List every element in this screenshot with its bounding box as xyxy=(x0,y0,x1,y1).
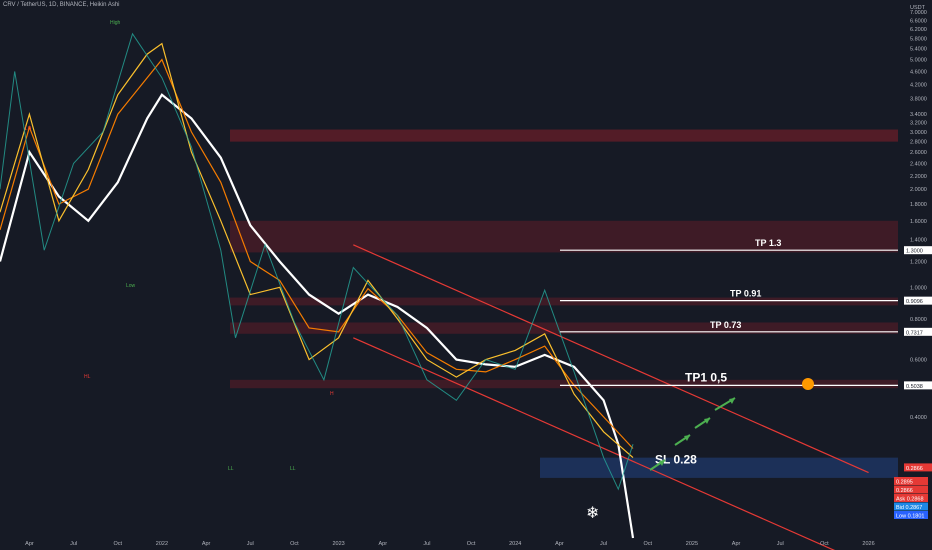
x-tick-label: 2023 xyxy=(332,541,344,547)
y-tick-label: 1.6000 xyxy=(910,219,927,225)
x-tick-label: Jul xyxy=(70,541,77,547)
x-tick-label: Oct xyxy=(643,541,652,547)
x-tick-label: 2026 xyxy=(862,541,874,547)
y-tick-label: 3.4000 xyxy=(910,112,927,118)
x-tick-label: Jul xyxy=(423,541,430,547)
target-label: TP 0.91 xyxy=(730,289,761,299)
y-tick-label: 5.8000 xyxy=(910,37,927,43)
chart-stage: CRV / TetherUS, 1D, BINANCE, Heikin Ashi… xyxy=(0,0,932,550)
price-axis-target-label: 0.5038 xyxy=(906,384,923,390)
pivot-label: LL xyxy=(228,466,234,472)
snowflake-icon: ❄ xyxy=(586,503,599,522)
x-tick-label: Oct xyxy=(290,541,299,547)
y-tick-label: 1.4000 xyxy=(910,238,927,244)
y-tick-label: 6.6000 xyxy=(910,18,927,24)
pivot-label: High xyxy=(110,20,121,26)
trend-line xyxy=(353,337,836,550)
y-tick-label: 4.2000 xyxy=(910,82,927,88)
y-tick-label: 2.4000 xyxy=(910,161,927,167)
currency-label: USDT xyxy=(910,5,926,11)
x-tick-label: Apr xyxy=(378,541,387,547)
resistance-zone xyxy=(230,220,898,253)
series-line xyxy=(0,93,635,539)
x-tick-label: Jul xyxy=(777,541,784,547)
x-tick-label: Jul xyxy=(247,541,254,547)
y-tick-label: 3.8000 xyxy=(910,96,927,102)
price-tag-label: Ask 0.2868 xyxy=(896,497,924,503)
y-tick-label: 5.0000 xyxy=(910,58,927,64)
price-axis-target-label: 0.7317 xyxy=(906,330,923,336)
x-tick-label: Oct xyxy=(113,541,122,547)
x-tick-label: Jul xyxy=(600,541,607,547)
x-tick-label: 2025 xyxy=(686,541,698,547)
y-tick-label: 2.8000 xyxy=(910,140,927,146)
x-tick-label: Apr xyxy=(732,541,741,547)
series-line xyxy=(0,58,634,449)
pivot-label: H xyxy=(330,391,334,397)
x-tick-label: 2022 xyxy=(156,541,168,547)
x-tick-label: 2024 xyxy=(509,541,521,547)
pivot-label: LL xyxy=(290,466,296,472)
y-tick-label: 3.2000 xyxy=(910,121,927,127)
price-axis-target-label: 1.3000 xyxy=(906,249,923,255)
price-axis-target-label: 0.9096 xyxy=(906,299,923,305)
pivot-label: LH xyxy=(25,126,32,132)
sun-icon xyxy=(802,378,814,390)
price-tag-label: Low 0.1801 xyxy=(896,514,924,520)
series-line xyxy=(0,32,634,491)
y-tick-label: 2.0000 xyxy=(910,187,927,193)
resistance-zone xyxy=(230,379,898,389)
y-tick-label: 0.8000 xyxy=(910,317,927,323)
y-tick-label: 6.2000 xyxy=(910,27,927,33)
y-tick-label: 0.6000 xyxy=(910,358,927,364)
y-tick-label: 3.0000 xyxy=(910,130,927,136)
x-tick-label: Oct xyxy=(467,541,476,547)
x-tick-label: Apr xyxy=(555,541,564,547)
y-tick-label: 2.2000 xyxy=(910,174,927,180)
y-tick-label: 0.4000 xyxy=(910,415,927,421)
y-tick-label: 4.6000 xyxy=(910,69,927,75)
stop-loss-zone xyxy=(540,457,898,478)
resistance-zone xyxy=(230,129,898,142)
price-chart[interactable]: TP 1.3 1.3000 TP 0.91 0.9096 TP 0.73 0.7317 TP… xyxy=(0,0,932,550)
price-tag-label: 0.2866 xyxy=(896,488,913,494)
target-label: TP1 0,5 xyxy=(685,370,727,384)
y-tick-label: 5.4000 xyxy=(910,47,927,53)
price-axis-target-label: 0.2866 xyxy=(906,466,923,472)
pivot-label: HL xyxy=(84,374,91,380)
resistance-zone xyxy=(230,297,898,306)
y-tick-label: 1.8000 xyxy=(910,202,927,208)
y-tick-label: 2.6000 xyxy=(910,150,927,156)
price-tag-label: 0.2895 xyxy=(896,480,913,486)
y-tick-label: 1.2000 xyxy=(910,260,927,266)
target-label: TP 0.73 xyxy=(710,320,741,330)
target-label: TP 1.3 xyxy=(755,238,781,248)
x-tick-label: Apr xyxy=(25,541,34,547)
pivot-label: Low xyxy=(126,283,136,289)
x-tick-label: Apr xyxy=(202,541,211,547)
price-tag-label: Bid 0.2867 xyxy=(896,505,922,511)
y-tick-label: 1.0000 xyxy=(910,285,927,291)
x-tick-label: Oct xyxy=(820,541,829,547)
